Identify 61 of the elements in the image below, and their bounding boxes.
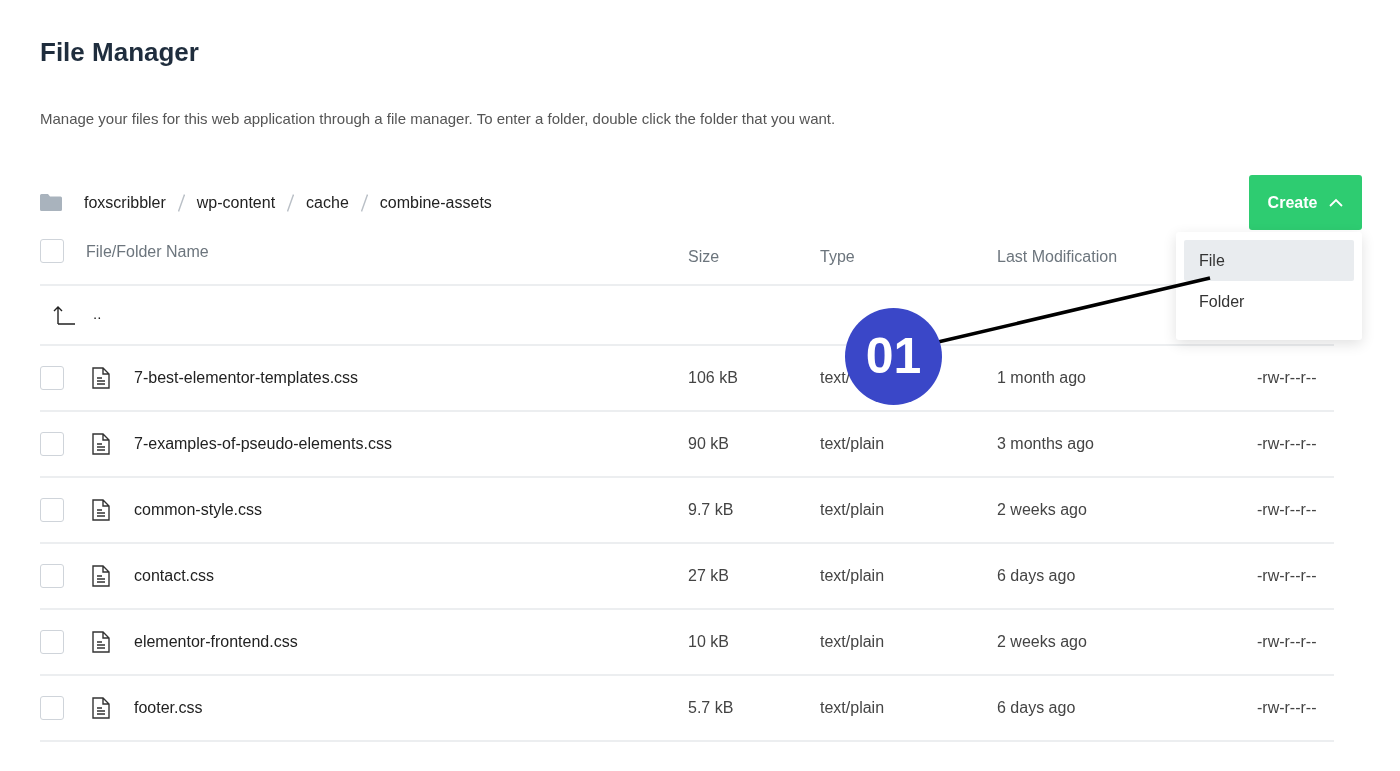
- breadcrumb-link[interactable]: foxscribbler: [84, 190, 166, 215]
- modified-date: 6 days ago: [997, 566, 1076, 584]
- modified-date: 6 days ago: [997, 698, 1076, 716]
- modified-date: 2 weeks ago: [997, 632, 1087, 650]
- file-type: text/plain: [820, 500, 885, 518]
- file-size: 90 kB: [688, 434, 729, 452]
- file-size: 10 kB: [688, 632, 729, 650]
- file-name[interactable]: common-style.css: [134, 500, 263, 518]
- modified-date: 1 month ago: [997, 368, 1086, 386]
- caret-icon: [1329, 198, 1344, 207]
- column-header: Last Modification: [997, 247, 1118, 265]
- page-description: Manage your files for this web application through a file manager. To enter a folder, double click the folder that you want.: [40, 109, 837, 129]
- file-size: 9.7 kB: [688, 500, 734, 518]
- document-icon: [92, 630, 110, 653]
- file-type: text/plain: [820, 566, 885, 584]
- file-name[interactable]: contact.css: [134, 566, 215, 584]
- file-name[interactable]: 7-best-elementor-templates.css: [134, 368, 359, 386]
- file-permissions: -rw-r--r--: [1257, 368, 1317, 386]
- file-permissions: -rw-r--r--: [1257, 698, 1317, 716]
- checkbox[interactable]: [40, 365, 64, 390]
- checkbox[interactable]: [40, 431, 64, 456]
- document-icon: [92, 696, 110, 719]
- breadcrumb-separator: [287, 193, 295, 212]
- checkbox[interactable]: [40, 563, 64, 588]
- parent-folder-link[interactable]: ..: [93, 303, 102, 326]
- breadcrumb-link[interactable]: cache: [306, 190, 349, 215]
- parent-folder-icon[interactable]: [53, 304, 75, 325]
- file-type: text/plain: [820, 698, 885, 716]
- breadcrumb-separator: [360, 193, 368, 212]
- document-icon: [92, 366, 110, 389]
- file-type: text/: [820, 368, 851, 386]
- file-permissions: -rw-r--r--: [1257, 500, 1317, 518]
- file-permissions: -rw-r--r--: [1257, 632, 1317, 650]
- document-icon: [92, 432, 110, 455]
- menu-item[interactable]: File: [1184, 240, 1354, 281]
- column-header: Size: [688, 247, 720, 265]
- modified-date: 2 weeks ago: [997, 500, 1087, 518]
- file-size: 106 kB: [688, 368, 738, 386]
- column-header: Type: [820, 247, 855, 265]
- file-permissions: -rw-r--r--: [1257, 434, 1317, 452]
- file-name[interactable]: elementor-frontend.css: [134, 632, 298, 650]
- file-type: text/plain: [820, 434, 885, 452]
- checkbox[interactable]: [40, 497, 64, 522]
- file-name[interactable]: footer.css: [134, 698, 203, 716]
- breadcrumb-separator: [177, 193, 185, 212]
- breadcrumb-link[interactable]: wp-content: [196, 190, 276, 215]
- breadcrumb-link[interactable]: combine-assets: [379, 190, 492, 215]
- file-permissions: -rw-r--r--: [1257, 566, 1317, 584]
- document-icon: [92, 498, 110, 521]
- file-name[interactable]: 7-examples-of-pseudo-elements.css: [134, 434, 392, 452]
- file-type: text/plain: [820, 632, 885, 650]
- folder-icon: [40, 194, 62, 211]
- column-header: File/Folder Name: [86, 242, 209, 260]
- file-size: 27 kB: [688, 566, 729, 584]
- file-size: 5.7 kB: [688, 698, 734, 716]
- modified-date: 3 months ago: [997, 434, 1094, 452]
- checkbox[interactable]: [40, 238, 64, 263]
- page-title: File Manager: [40, 36, 200, 69]
- checkbox[interactable]: [40, 695, 64, 720]
- checkbox[interactable]: [40, 629, 64, 654]
- document-icon: [92, 564, 110, 587]
